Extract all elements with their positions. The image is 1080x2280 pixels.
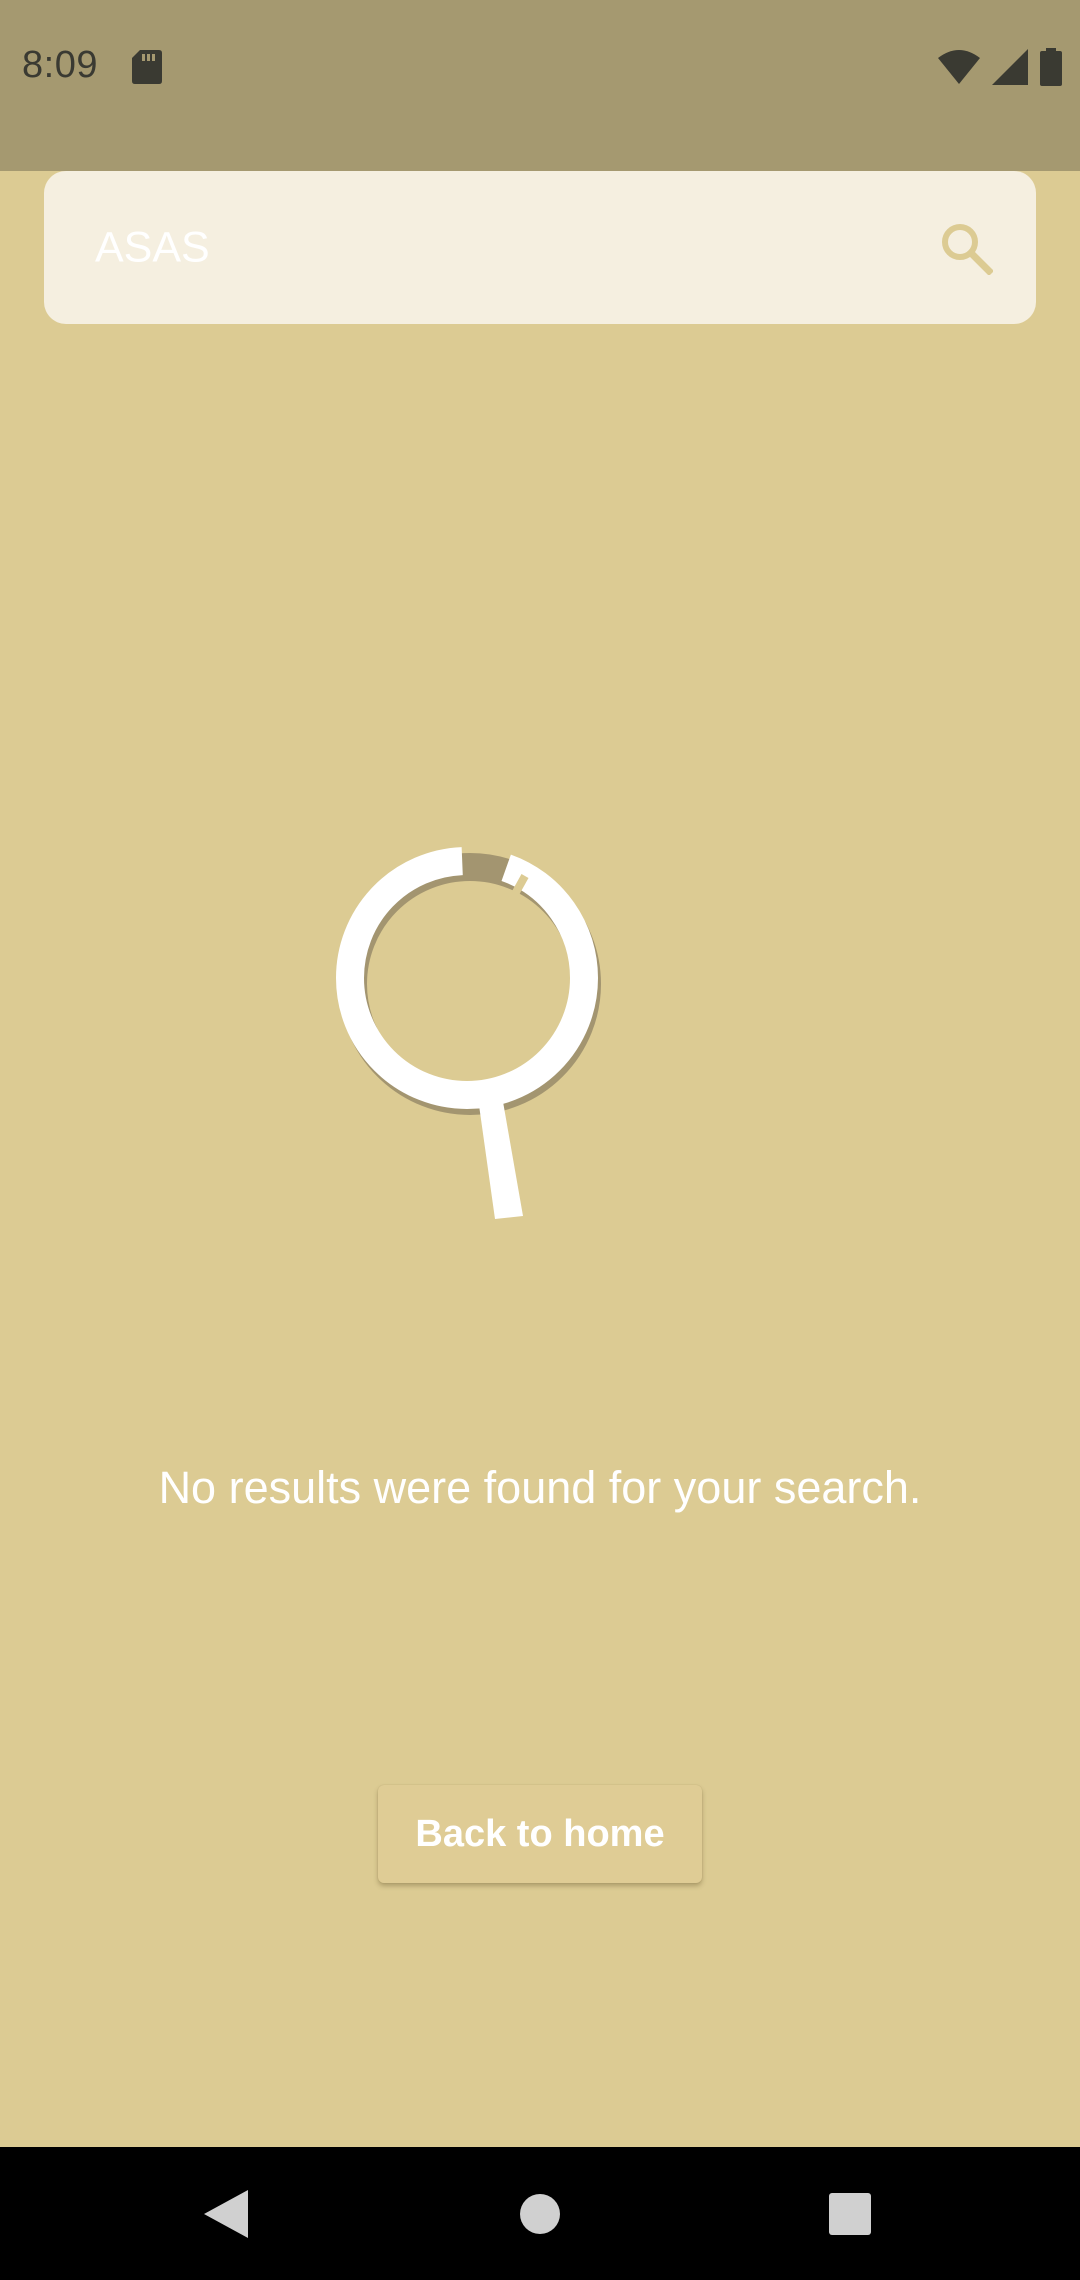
back-icon[interactable]: [181, 2169, 271, 2259]
recents-icon[interactable]: [805, 2169, 895, 2259]
magnifier-illustration: [320, 836, 620, 1236]
no-results-message: No results were found for your search.: [158, 1462, 922, 1513]
navigation-bar: [0, 2147, 1080, 2280]
back-to-home-button[interactable]: Back to home: [378, 1785, 702, 1883]
search-icon[interactable]: [934, 216, 998, 280]
home-icon[interactable]: [495, 2169, 585, 2259]
wifi-icon: [938, 50, 980, 89]
search-results-screen: 8:09 ASAS No results were found for your…: [0, 0, 1080, 2280]
status-bar: 8:09: [0, 0, 1080, 171]
battery-icon: [1040, 48, 1062, 91]
search-bar[interactable]: ASAS: [44, 171, 1036, 324]
cellular-signal-icon: [992, 49, 1028, 90]
status-icons: [938, 48, 1062, 91]
sd-card-icon: [132, 50, 162, 89]
status-time: 8:09: [22, 44, 98, 86]
search-input[interactable]: ASAS: [95, 223, 210, 272]
